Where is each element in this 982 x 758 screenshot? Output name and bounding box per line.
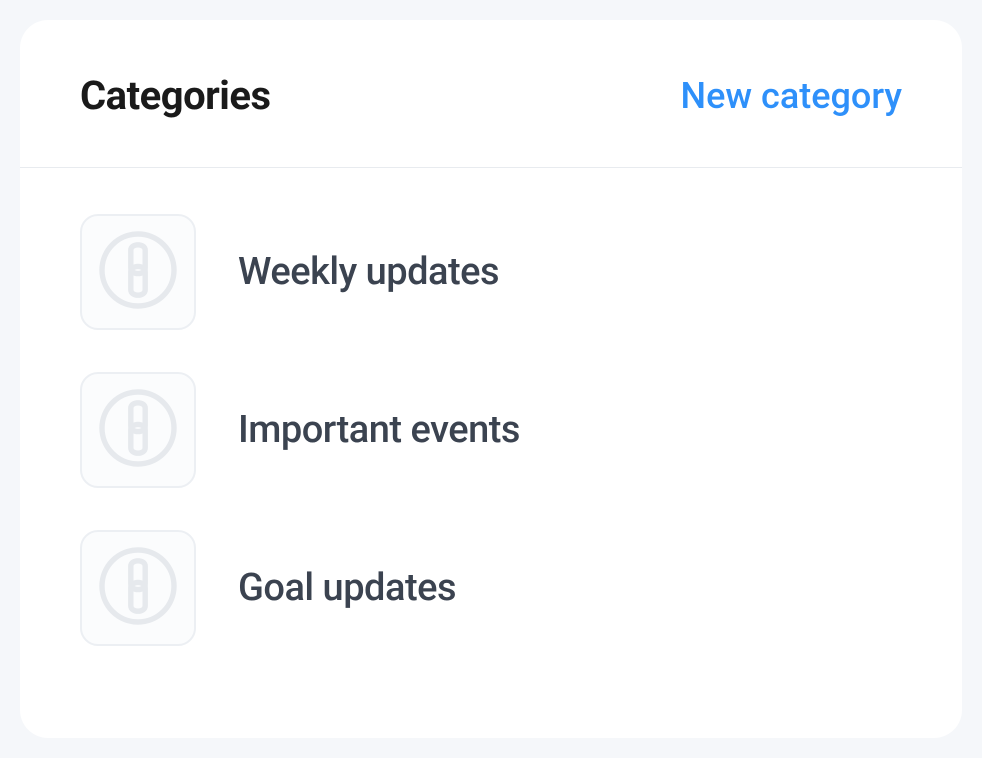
category-icon-tile [80, 214, 196, 330]
new-category-link[interactable]: New category [681, 75, 902, 117]
category-label: Goal updates [238, 566, 456, 610]
category-item-important-events[interactable]: Important events [80, 372, 902, 488]
category-label: Weekly updates [238, 250, 499, 294]
panel-header: Categories New category [20, 20, 962, 168]
chain-circle-icon [93, 383, 183, 477]
category-label: Important events [238, 408, 520, 452]
chain-circle-icon [93, 541, 183, 635]
categories-panel: Categories New category Weekly updates [20, 20, 962, 738]
panel-title: Categories [80, 72, 271, 119]
category-icon-tile [80, 530, 196, 646]
chain-circle-icon [93, 225, 183, 319]
categories-list: Weekly updates Important events [20, 168, 962, 686]
category-item-goal-updates[interactable]: Goal updates [80, 530, 902, 646]
category-item-weekly-updates[interactable]: Weekly updates [80, 214, 902, 330]
category-icon-tile [80, 372, 196, 488]
